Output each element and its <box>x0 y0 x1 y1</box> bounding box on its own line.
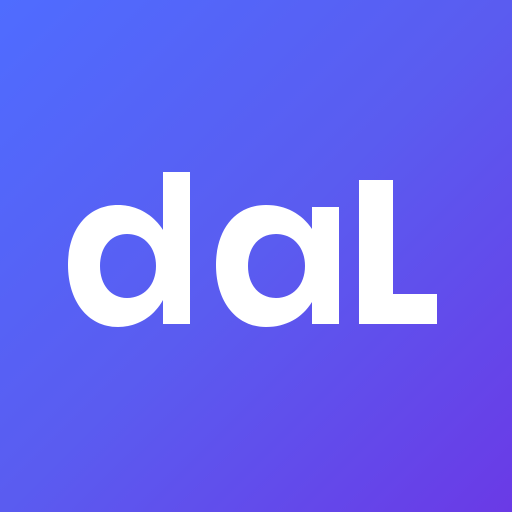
letter-l-glyph <box>359 180 437 324</box>
wordmark-logo <box>68 172 437 327</box>
letter-d-glyph <box>68 172 190 327</box>
letter-a-glyph <box>216 205 339 327</box>
app-icon-tile <box>0 0 512 512</box>
